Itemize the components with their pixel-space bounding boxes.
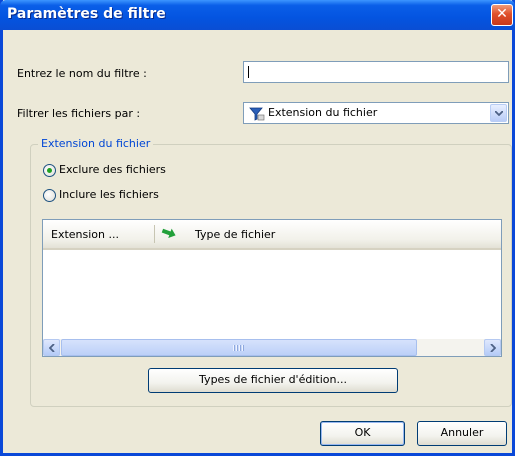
text-caret — [248, 66, 249, 78]
filter-name-input[interactable] — [243, 61, 509, 83]
filter-by-dropdown[interactable]: Extension du fichier — [243, 102, 509, 124]
funnel-icon — [249, 107, 265, 124]
column-header-extension[interactable]: Extension ... — [51, 228, 119, 241]
ok-button[interactable]: OK — [320, 421, 405, 446]
exclude-files-label[interactable]: Exclure des fichiers — [59, 163, 166, 176]
scrollbar-thumb[interactable] — [61, 339, 417, 356]
extension-group-legend: Extension du fichier — [38, 137, 154, 150]
exclude-files-radio[interactable] — [43, 164, 56, 177]
sort-arrow-icon — [161, 228, 177, 243]
chevron-right-icon — [490, 344, 496, 352]
scroll-left-button[interactable] — [43, 339, 60, 356]
dialog-title: Paramètres de filtre — [7, 6, 166, 22]
list-header: Extension ... Type de fichier — [43, 220, 501, 250]
filter-by-label: Filtrer les fichiers par : — [17, 107, 141, 120]
column-header-file-type[interactable]: Type de fichier — [195, 228, 275, 241]
close-icon: ✕ — [496, 6, 508, 22]
filter-settings-dialog: Paramètres de filtre ✕ Entrez le nom du … — [0, 0, 515, 456]
cancel-button[interactable]: Annuler — [417, 421, 507, 446]
dropdown-arrow-button[interactable] — [490, 104, 507, 122]
chevron-left-icon — [49, 344, 55, 352]
chevron-down-icon — [495, 111, 503, 116]
scrollbar-grip — [233, 345, 245, 351]
scroll-right-button[interactable] — [484, 339, 501, 356]
include-files-label[interactable]: Inclure les fichiers — [59, 188, 159, 201]
filter-name-label: Entrez le nom du filtre : — [17, 67, 147, 80]
radio-selected-dot — [47, 168, 52, 173]
edit-file-types-button[interactable]: Types de fichier d'édition... — [148, 368, 398, 393]
extension-list[interactable]: Extension ... Type de fichier — [42, 219, 502, 357]
title-bar[interactable]: Paramètres de filtre ✕ — [0, 0, 515, 30]
column-separator[interactable] — [154, 225, 155, 243]
include-files-radio[interactable] — [43, 189, 56, 202]
close-button[interactable]: ✕ — [491, 4, 513, 26]
filter-by-selected: Extension du fichier — [268, 106, 378, 119]
horizontal-scrollbar[interactable] — [43, 339, 501, 356]
